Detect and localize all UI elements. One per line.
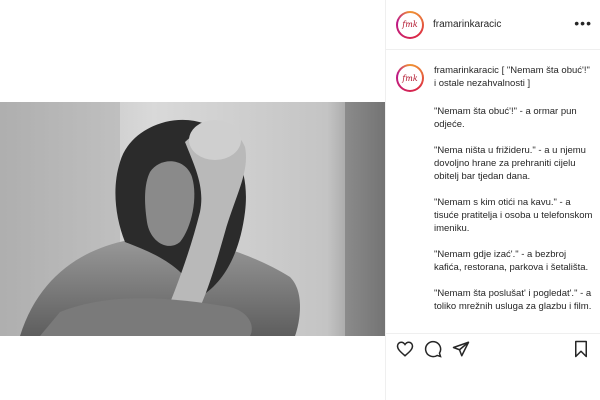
caption-paragraph: "Nemam šta poslušat' i pogledat'." - a t… bbox=[434, 288, 592, 312]
caption-row: fmk framarinkaracic [ "Nemam šta obuć'!"… bbox=[396, 64, 590, 92]
more-options-icon[interactable]: ••• bbox=[574, 16, 592, 30]
caption-paragraph: "Nemam šta obuć'!" - a ormar pun odjeće. bbox=[434, 106, 577, 130]
avatar-logo: fmk bbox=[398, 12, 422, 37]
caption-section: fmk framarinkaracic [ "Nemam šta obuć'!"… bbox=[386, 50, 600, 333]
avatar[interactable]: fmk bbox=[396, 10, 424, 39]
caption-avatar-logo: fmk bbox=[398, 66, 422, 90]
caption-avatar[interactable]: fmk bbox=[396, 64, 424, 92]
post-photo[interactable] bbox=[0, 102, 385, 336]
caption-paragraph: "Nema ništa u frižideru." - a u njemu do… bbox=[434, 145, 586, 182]
heart-icon[interactable] bbox=[396, 340, 414, 358]
header-username[interactable]: framarinkaracic bbox=[433, 19, 501, 30]
comment-icon[interactable] bbox=[424, 340, 442, 358]
post-side-panel: fmk framarinkaracic ••• fmk framarinkara… bbox=[385, 0, 600, 400]
share-icon[interactable] bbox=[452, 340, 470, 358]
post-header: fmk framarinkaracic ••• bbox=[386, 0, 600, 50]
caption-username[interactable]: framarinkaracic bbox=[434, 65, 499, 76]
caption-paragraph: "Nemam s kim otići na kavu." - a tisuće … bbox=[434, 197, 593, 234]
action-bar bbox=[386, 333, 600, 363]
caption-paragraph: "Nemam gdje izać'." - a bezbroj kafića, … bbox=[434, 249, 589, 273]
photo-artwork bbox=[0, 102, 385, 336]
bookmark-icon[interactable] bbox=[572, 340, 590, 358]
media-pane bbox=[0, 0, 385, 400]
caption-text: framarinkaracic [ "Nemam šta obuć'!" i o… bbox=[434, 64, 590, 90]
